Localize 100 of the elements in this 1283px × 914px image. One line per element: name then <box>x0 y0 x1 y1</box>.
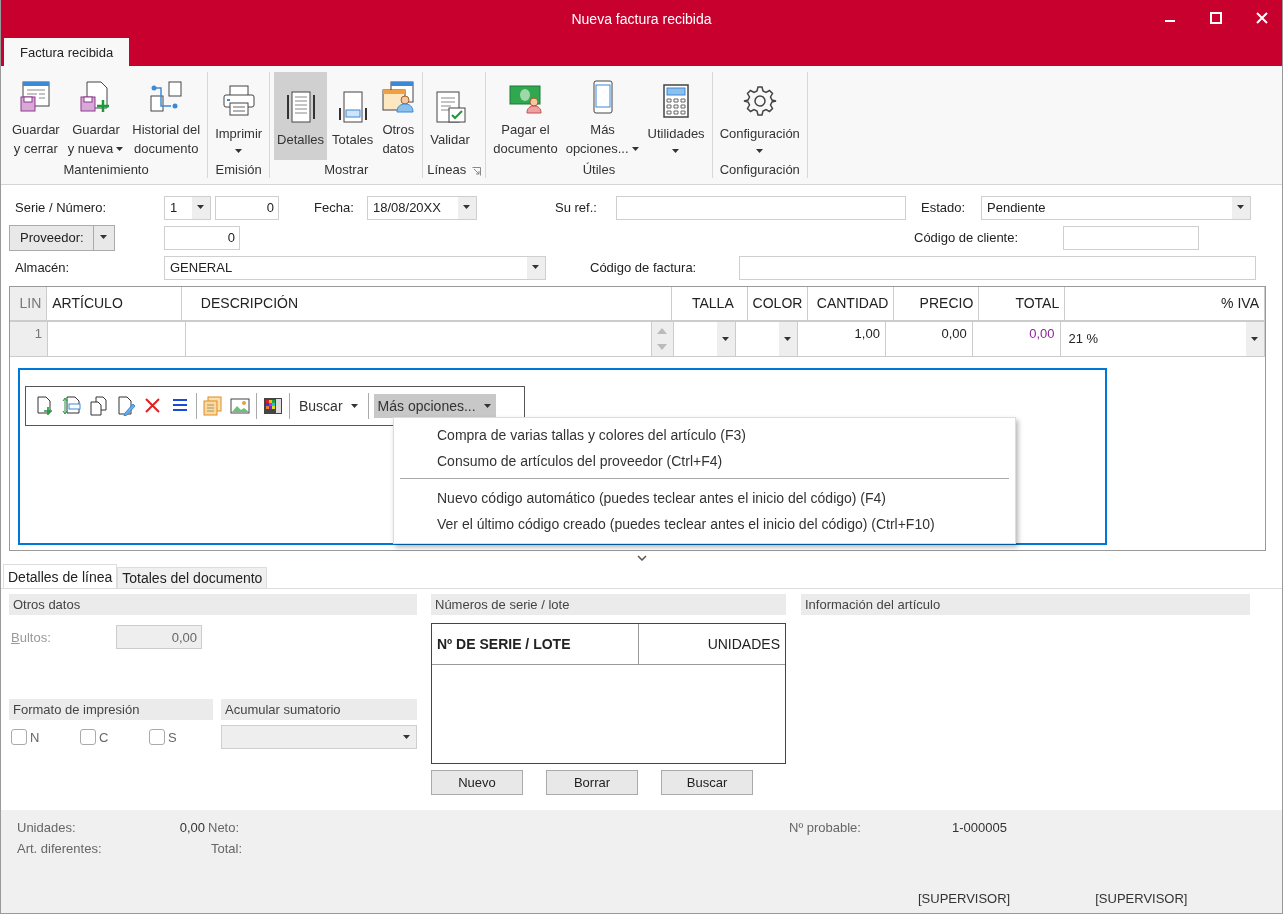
column-header[interactable]: COLOR <box>747 287 809 320</box>
ribbon-button[interactable]: Guardar y nueva <box>64 72 128 160</box>
settings-icon <box>742 84 777 118</box>
column-header[interactable]: Nº DE SERIE / LOTE <box>432 624 639 664</box>
caret-icon <box>532 265 540 270</box>
ribbon-button[interactable]: Pagar el documento <box>490 72 561 160</box>
dialog-launcher-icon[interactable] <box>472 167 482 176</box>
column-header[interactable]: UNIDADES <box>639 624 785 664</box>
invoice-code-field[interactable] <box>739 255 1256 280</box>
ribbon-button[interactable]: Más opciones... <box>562 72 643 160</box>
color-chart-icon[interactable] <box>263 396 283 416</box>
search-button[interactable]: Buscar <box>295 394 363 418</box>
ribbon-button[interactable]: Otros datos <box>378 72 419 160</box>
caret-icon <box>350 403 359 409</box>
status-label: Unidades: <box>17 820 77 835</box>
column-header[interactable]: PRECIO <box>894 287 980 320</box>
column-header[interactable]: LIN <box>10 287 48 320</box>
warehouse-dropdown[interactable]: GENERAL <box>164 255 546 280</box>
field-label: Serie / Número: <box>14 200 108 215</box>
ribbon-button[interactable]: Historial del documento <box>129 72 204 160</box>
user-label: [SUPERVISOR] <box>1095 891 1188 906</box>
group-label: Mostrar <box>324 162 369 177</box>
field-label: Fecha: <box>313 200 355 215</box>
caret-icon <box>722 336 731 342</box>
edit-document-icon[interactable] <box>116 396 136 416</box>
column-header[interactable]: DESCRIPCIÓN <box>195 287 672 320</box>
column-header[interactable]: CANTIDAD <box>808 287 895 320</box>
status-label: Nº probable: <box>789 820 862 835</box>
column-header[interactable]: ARTÍCULO <box>47 287 182 320</box>
caret-icon <box>1251 336 1259 342</box>
caret-icon <box>197 205 205 210</box>
menu-item[interactable]: Consumo de artículos del proveedor (Ctrl+F4) <box>394 448 1015 474</box>
caret-icon <box>403 734 411 740</box>
checkbox[interactable]: S <box>149 729 198 745</box>
save-close-icon <box>18 80 53 114</box>
close-icon[interactable] <box>1256 12 1268 24</box>
button[interactable]: Buscar <box>661 770 753 795</box>
ribbon-tab[interactable]: Factura recibida <box>4 38 130 66</box>
insert-row-icon[interactable] <box>62 396 82 416</box>
caret-icon <box>784 336 793 342</box>
document-flow-icon <box>149 80 184 114</box>
status-value: 1-000005 <box>952 820 1007 835</box>
column-header[interactable]: % IVA <box>1065 287 1265 320</box>
ribbon-button[interactable]: Totales <box>329 72 377 160</box>
section-header: Formato de impresión <box>9 699 213 720</box>
checkbox[interactable]: C <box>80 729 129 745</box>
spinner-icon[interactable] <box>652 322 675 356</box>
tab[interactable]: Totales del documento <box>117 567 268 588</box>
field-label: Su ref.: <box>554 200 598 215</box>
group-label: Útiles <box>582 162 616 177</box>
status-value: 0,00 <box>178 820 205 835</box>
status-dropdown[interactable]: Pendiente <box>981 195 1251 220</box>
printer-icon <box>221 84 256 118</box>
ribbon-button[interactable]: Detalles <box>274 72 328 160</box>
section-header: Números de serie / lote <box>431 594 786 615</box>
row-number: 1 <box>10 322 48 356</box>
table-cell[interactable]: 21 % <box>1060 322 1265 356</box>
number-field[interactable]: 0 <box>215 195 279 220</box>
ribbon-button[interactable]: Imprimir <box>212 72 266 160</box>
reference-field[interactable] <box>616 195 906 220</box>
button[interactable]: Borrar <box>546 770 638 795</box>
checkbox[interactable]: N <box>11 729 60 745</box>
ribbon-button[interactable]: Validar <box>427 72 473 160</box>
ribbon-button[interactable]: Configuración <box>716 72 803 160</box>
status-label: Total: <box>211 841 243 856</box>
tablet-icon <box>592 80 613 114</box>
series-dropdown[interactable]: 1 <box>164 195 211 220</box>
field-label: Almacén: <box>14 260 71 275</box>
caret-icon <box>1237 205 1245 210</box>
caret-icon <box>100 235 108 240</box>
client-code-field[interactable] <box>1063 225 1199 250</box>
user-label: [SUPERVISOR] <box>918 891 1011 906</box>
section-header: Acumular sumatorio <box>221 699 417 720</box>
table-cell[interactable]: 0,00 <box>972 322 1061 356</box>
status-label: Neto: <box>208 820 241 835</box>
button[interactable]: Nuevo <box>431 770 523 795</box>
supplier-field[interactable]: 0 <box>164 225 240 250</box>
caret-icon <box>463 205 471 210</box>
menu-item[interactable]: Ver el último código creado (puedes teclear antes el inicio del código) (Ctrl+F10) <box>394 511 1015 537</box>
more-options-button[interactable]: Más opciones... <box>373 394 496 418</box>
column-header[interactable]: TALLA <box>687 287 748 320</box>
table-cell[interactable]: 1,00 <box>798 322 886 356</box>
image-icon[interactable] <box>230 396 250 416</box>
copy-icon[interactable] <box>89 396 109 416</box>
column-header[interactable]: TOTAL <box>979 287 1066 320</box>
window-title: Nueva factura recibida <box>571 11 712 27</box>
menu-item[interactable]: Nuevo código automático (puedes teclear antes el inicio del código) (F4) <box>394 485 1015 511</box>
supplier-button[interactable]: Proveedor: <box>9 224 115 251</box>
ribbon-button[interactable]: Guardar y cerrar <box>9 72 63 160</box>
caret-icon <box>483 403 492 409</box>
notes-icon[interactable] <box>203 396 223 416</box>
date-picker[interactable]: 18/08/20XX <box>367 195 477 220</box>
table-cell[interactable]: 0,00 <box>885 322 973 356</box>
field-label: Bultos: <box>10 629 52 645</box>
new-document-icon[interactable] <box>35 396 55 416</box>
group-label: Emisión <box>215 162 262 177</box>
menu-item[interactable]: Compra de varias tallas y colores del artículo (F3) <box>394 422 1015 448</box>
maximize-icon[interactable] <box>1210 12 1222 24</box>
tab[interactable]: Detalles de línea <box>3 564 118 588</box>
ribbon-button[interactable]: Utilidades <box>644 72 708 160</box>
